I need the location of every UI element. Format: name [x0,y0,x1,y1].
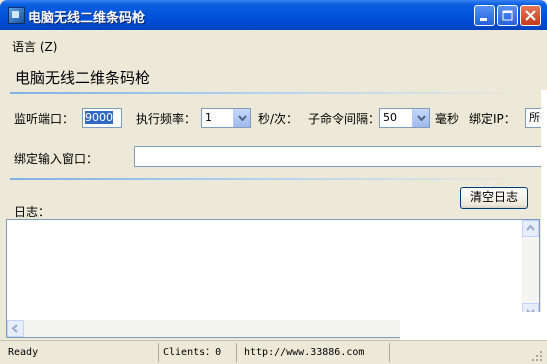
frequency-label: 执行频率： [136,112,197,126]
status-url: http://www.33886.com [240,343,390,362]
close-button[interactable] [520,5,541,26]
chevron-left-icon [11,324,18,333]
divider [10,92,535,94]
port-input[interactable]: 9000 [82,108,122,128]
scroll-left-button[interactable] [7,320,24,337]
status-ready: Ready [4,343,159,362]
resize-grip-icon[interactable] [531,350,543,362]
chevron-up-icon [526,224,535,231]
frequency-unit: 秒/次： [258,112,299,126]
bind-window-label: 绑定输入窗口： [14,152,99,166]
interval-unit: 毫秒 [435,112,460,126]
bind-ip-label: 绑定IP： [469,112,516,126]
divider [10,178,535,180]
menu-bar: 语言 (Z) [0,36,547,54]
minimize-button[interactable] [474,5,495,26]
frequency-select[interactable]: 1 [201,108,251,128]
image-mask [400,312,547,342]
close-icon [525,10,536,21]
maximize-button[interactable] [497,5,518,26]
status-clients: Clients：0 [159,343,237,362]
image-mask [541,90,547,340]
port-label: 监听端口： [14,112,75,126]
menu-language[interactable]: 语言 (Z) [12,38,57,55]
scroll-up-button[interactable] [522,220,539,237]
chevron-down-icon[interactable] [233,109,250,127]
interval-label: 子命令间隔： [308,112,381,126]
title-bar[interactable]: 电脑无线二维条码枪 [0,0,547,30]
page-title: 电脑无线二维条码枪 [15,69,151,87]
app-window: 电脑无线二维条码枪 语言 (Z) 电脑无线二维条码枪 监听端口： 9000 执行… [0,0,547,364]
log-label: 日志： [14,205,51,219]
app-icon [8,7,25,24]
status-bar: Ready Clients：0 http://www.33886.com [0,340,547,364]
minimize-icon [480,18,487,21]
window-title: 电脑无线二维条码枪 [28,11,146,26]
bind-window-input[interactable] [134,146,547,167]
interval-select[interactable]: 50 [379,108,430,128]
maximize-icon [502,10,513,21]
chevron-down-icon[interactable] [412,109,429,127]
clear-log-button[interactable]: 清空日志 [460,187,528,209]
